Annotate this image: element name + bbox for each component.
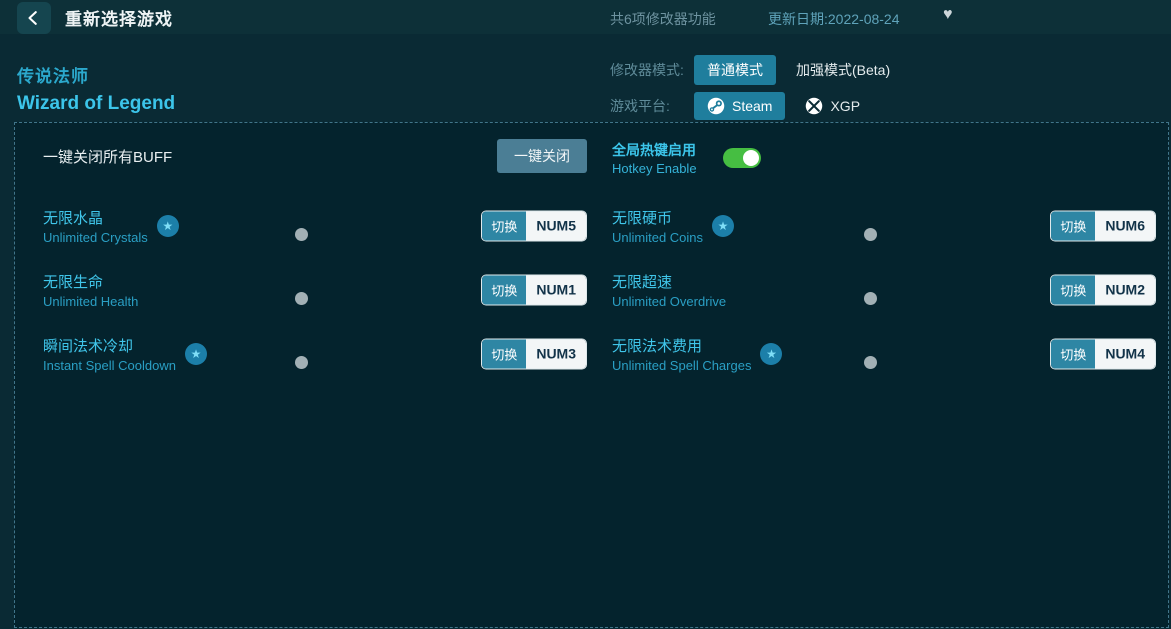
hotkey-toggle-label: 切换 <box>482 339 526 368</box>
hotkey-toggle-label: 切换 <box>482 211 526 240</box>
features-grid: 无限水晶 Unlimited Crystals ★ 切换 NUM5 无限硬币 U… <box>43 207 1156 372</box>
platform-xgp-label: XGP <box>830 98 860 114</box>
feature-hotkey-button[interactable]: 切换 NUM5 <box>481 210 587 241</box>
feature-name-block: 瞬间法术冷却 Instant Spell Cooldown ★ <box>43 335 207 372</box>
feature-row: 无限法术费用 Unlimited Spell Charges ★ 切换 NUM4 <box>612 335 1156 372</box>
feature-name-cn: 无限生命 <box>43 271 138 292</box>
back-button[interactable] <box>17 2 51 34</box>
toggle-knob <box>743 150 759 166</box>
hotkey-enable-label-cn: 全局热键启用 <box>612 140 697 160</box>
hotkey-toggle-label: 切换 <box>1051 211 1095 240</box>
feature-hotkey-button[interactable]: 切换 NUM6 <box>1050 210 1156 241</box>
star-badge-icon: ★ <box>760 343 782 365</box>
trainer-mode-row: 修改器模式: 普通模式 加强模式(Beta) <box>610 55 890 85</box>
feature-row: 无限生命 Unlimited Health 切换 NUM1 <box>43 271 587 308</box>
feature-name-block: 无限超速 Unlimited Overdrive <box>612 271 726 308</box>
game-title-en: Wizard of Legend <box>17 93 175 115</box>
chevron-left-icon <box>25 9 43 27</box>
toggle-knob <box>295 356 308 369</box>
feature-name-en: Unlimited Overdrive <box>612 294 726 309</box>
star-badge-icon: ★ <box>157 215 179 237</box>
hotkey-key-label: NUM5 <box>526 211 586 240</box>
feature-row: 瞬间法术冷却 Instant Spell Cooldown ★ 切换 NUM3 <box>43 335 587 372</box>
platform-steam-button[interactable]: Steam <box>694 92 785 120</box>
game-platform-row: 游戏平台: Steam <box>610 91 890 121</box>
platform-xgp-button[interactable]: XGP <box>805 97 860 115</box>
hotkey-toggle-label: 切换 <box>1051 275 1095 304</box>
feature-hotkey-button[interactable]: 切换 NUM1 <box>481 274 587 305</box>
trainer-mode-label: 修改器模式: <box>610 60 694 80</box>
feature-row: 无限超速 Unlimited Overdrive 切换 NUM2 <box>612 271 1156 308</box>
hotkey-enable-toggle[interactable] <box>723 148 761 168</box>
toggle-knob <box>864 228 877 241</box>
hotkey-toggle-label: 切换 <box>482 275 526 304</box>
features-count-label: 共6项修改器功能 <box>610 9 716 29</box>
feature-name-cn: 无限超速 <box>612 271 726 292</box>
toggle-knob <box>864 292 877 305</box>
feature-name-en: Unlimited Coins <box>612 230 703 245</box>
feature-row: 无限水晶 Unlimited Crystals ★ 切换 NUM5 <box>43 207 587 244</box>
close-all-label: 一键关闭所有BUFF <box>43 146 172 167</box>
panel-top-row: 一键关闭所有BUFF 一键关闭 全局热键启用 Hotkey Enable <box>43 141 1156 175</box>
toggle-knob <box>295 228 308 241</box>
hotkey-key-label: NUM4 <box>1095 339 1155 368</box>
mode-normal-button[interactable]: 普通模式 <box>694 55 776 85</box>
update-date-label: 更新日期:2022-08-24 <box>768 9 900 29</box>
game-platform-label: 游戏平台: <box>610 96 694 116</box>
hotkey-enable-label-en: Hotkey Enable <box>612 161 697 176</box>
star-badge-icon: ★ <box>712 215 734 237</box>
hotkey-toggle-label: 切换 <box>1051 339 1095 368</box>
feature-name-cn: 无限硬币 <box>612 207 703 228</box>
top-bar: 重新选择游戏 共6项修改器功能 更新日期:2022-08-24 ♥ <box>0 0 1171 34</box>
feature-name-cn: 无限水晶 <box>43 207 148 228</box>
star-badge-icon: ★ <box>185 343 207 365</box>
xbox-icon <box>805 97 823 115</box>
feature-row: 无限硬币 Unlimited Coins ★ 切换 NUM6 <box>612 207 1156 244</box>
favorite-heart-icon[interactable]: ♥ <box>943 6 953 24</box>
feature-name-en: Unlimited Crystals <box>43 230 148 245</box>
feature-name-block: 无限水晶 Unlimited Crystals ★ <box>43 207 179 244</box>
toggle-knob <box>295 292 308 305</box>
feature-name-block: 无限法术费用 Unlimited Spell Charges ★ <box>612 335 782 372</box>
feature-name-en: Instant Spell Cooldown <box>43 358 176 373</box>
hotkey-key-label: NUM6 <box>1095 211 1155 240</box>
platform-steam-label: Steam <box>732 98 772 114</box>
header-controls: 修改器模式: 普通模式 加强模式(Beta) 游戏平台: Steam <box>610 55 890 127</box>
feature-hotkey-button[interactable]: 切换 NUM2 <box>1050 274 1156 305</box>
feature-name-cn: 无限法术费用 <box>612 335 751 356</box>
feature-name-en: Unlimited Spell Charges <box>612 358 751 373</box>
feature-name-block: 无限硬币 Unlimited Coins ★ <box>612 207 734 244</box>
page-title: 重新选择游戏 <box>65 5 173 30</box>
feature-name-cn: 瞬间法术冷却 <box>43 335 176 356</box>
feature-name-en: Unlimited Health <box>43 294 138 309</box>
hotkey-key-label: NUM1 <box>526 275 586 304</box>
close-all-button[interactable]: 一键关闭 <box>497 139 587 173</box>
feature-hotkey-button[interactable]: 切换 NUM4 <box>1050 338 1156 369</box>
game-title-cn: 传说法师 <box>17 62 89 87</box>
steam-icon <box>707 97 725 115</box>
game-header: 传说法师 Wizard of Legend 修改器模式: 普通模式 加强模式(B… <box>0 34 1171 122</box>
close-all-section: 一键关闭所有BUFF 一键关闭 <box>43 141 587 171</box>
hotkey-enable-section: 全局热键启用 Hotkey Enable <box>612 141 1156 175</box>
mode-enhanced-button[interactable]: 加强模式(Beta) <box>796 60 890 80</box>
feature-hotkey-button[interactable]: 切换 NUM3 <box>481 338 587 369</box>
hotkey-key-label: NUM2 <box>1095 275 1155 304</box>
feature-name-block: 无限生命 Unlimited Health <box>43 271 138 308</box>
toggle-knob <box>864 356 877 369</box>
trainer-panel: 一键关闭所有BUFF 一键关闭 全局热键启用 Hotkey Enable 无限水… <box>14 122 1169 628</box>
hotkey-key-label: NUM3 <box>526 339 586 368</box>
